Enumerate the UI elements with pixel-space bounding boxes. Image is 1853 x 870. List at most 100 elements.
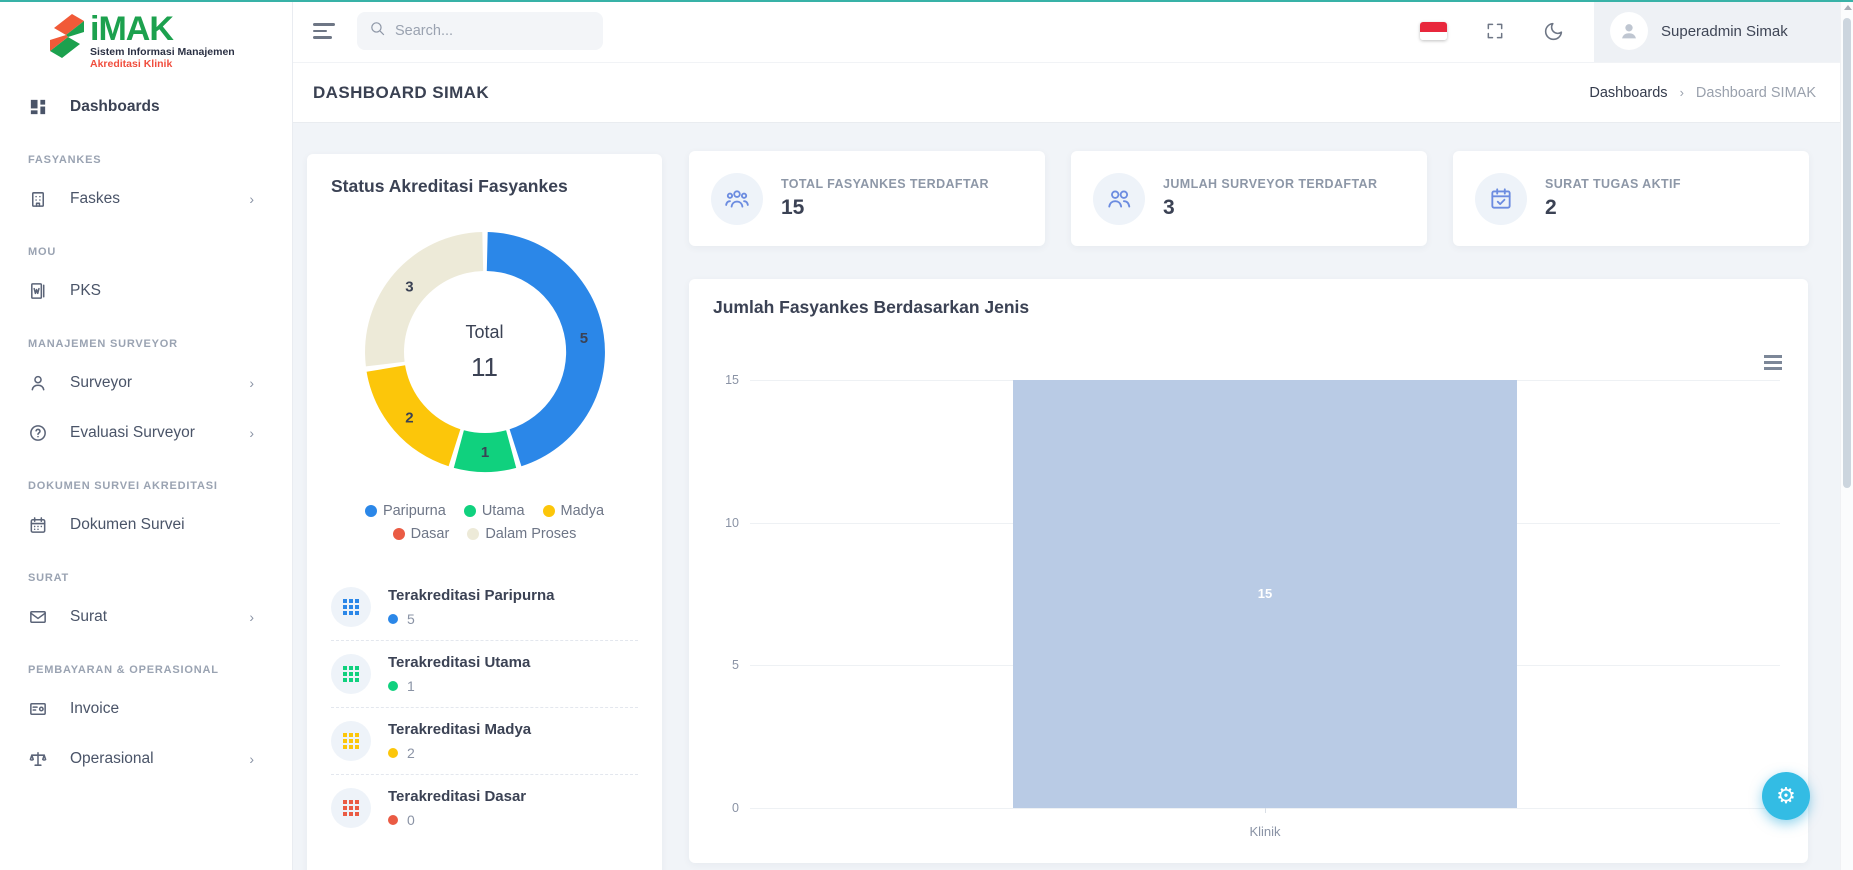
scales-icon <box>28 749 48 769</box>
user-menu[interactable]: Superadmin Simak <box>1594 0 1840 62</box>
hospital-icon <box>28 189 48 209</box>
logo-subtitle-1: Sistem Informasi Manajemen <box>90 46 235 58</box>
stat-value: 2 <box>1545 196 1681 220</box>
sidebar-item-dashboards[interactable]: Dashboards <box>0 82 292 132</box>
language-flag-icon[interactable] <box>1420 22 1447 40</box>
sidebar-item-label: Evaluasi Surveyor <box>70 424 195 442</box>
sidebar-item-dokumen-survei[interactable]: Dokumen Survei <box>0 500 292 550</box>
scrollbar-thumb[interactable] <box>1843 18 1851 488</box>
sidebar-section-surat: SURAT <box>0 550 292 592</box>
stat-label: JUMLAH SURVEYOR TERDAFTAR <box>1163 177 1377 191</box>
calendar-check-icon <box>1475 173 1527 225</box>
grid-icon <box>331 721 371 761</box>
page-progress-bar <box>0 0 1853 2</box>
status-count: 0 <box>407 812 415 828</box>
fab-settings-button[interactable]: ⚙ <box>1762 772 1810 820</box>
app-logo[interactable]: iMAK Sistem Informasi Manajemen Akredita… <box>0 0 292 80</box>
sidebar-item-label: Dokumen Survei <box>70 516 185 534</box>
legend-dot <box>464 505 476 517</box>
chevron-right-icon: › <box>249 375 254 391</box>
stat-card-2: SURAT TUGAS AKTIF 2 <box>1453 151 1809 246</box>
content: Status Akreditasi Fasyankes 5123 Total 1… <box>293 122 1840 870</box>
breadcrumb-current: Dashboard SIMAK <box>1696 85 1816 101</box>
sidebar-nav: DashboardsFASYANKESFaskes›MOUPKSMANAJEME… <box>0 80 292 784</box>
donut-slice-dalam-proses[interactable] <box>365 232 483 366</box>
sidebar-section-manajemen-surveyor: MANAJEMEN SURVEYOR <box>0 316 292 358</box>
legend-item-utama[interactable]: Utama <box>464 503 525 519</box>
fasyankes-jenis-card: Jumlah Fasyankes Berdasarkan Jenis 15105… <box>689 279 1808 863</box>
chevron-right-icon: › <box>249 609 254 625</box>
page-scrollbar[interactable] <box>1840 0 1853 870</box>
scrollbar-up-arrow-icon[interactable] <box>1844 5 1852 10</box>
legend-item-paripurna[interactable]: Paripurna <box>365 503 446 519</box>
sidebar-item-invoice[interactable]: Invoice <box>0 684 292 734</box>
legend-dot <box>543 505 555 517</box>
grid-icon <box>331 788 371 828</box>
sidebar-item-label: Faskes <box>70 190 120 208</box>
status-item-label: Terakreditasi Dasar <box>388 788 526 805</box>
legend-item-madya[interactable]: Madya <box>543 503 605 519</box>
logo-s-mark-icon <box>46 12 88 65</box>
sidebar-item-label: PKS <box>70 282 101 300</box>
sidebar-item-surveyor[interactable]: Surveyor› <box>0 358 292 408</box>
donut-slice-value: 1 <box>480 444 488 461</box>
search-input[interactable] <box>395 23 575 39</box>
fullscreen-icon[interactable] <box>1485 21 1505 41</box>
legend-dot <box>467 528 479 540</box>
search-box[interactable] <box>357 12 603 50</box>
sidebar-item-label: Invoice <box>70 700 119 718</box>
sidebar-section-dokumen-survei-akreditasi: DOKUMEN SURVEI AKREDITASI <box>0 458 292 500</box>
sidebar-item-faskes[interactable]: Faskes › <box>0 174 292 224</box>
sidebar-item-pks[interactable]: PKS <box>0 266 292 316</box>
status-item-terakreditasi-paripurna: Terakreditasi Paripurna 5 <box>331 574 638 640</box>
status-item-label: Terakreditasi Paripurna <box>388 587 554 604</box>
sidebar-item-evaluasi-surveyor[interactable]: Evaluasi Surveyor› <box>0 408 292 458</box>
user-icon <box>28 373 48 393</box>
legend-label: Dalam Proses <box>485 526 576 542</box>
main-area: Superadmin Simak DASHBOARD SIMAK Dashboa… <box>293 0 1840 870</box>
stat-label: TOTAL FASYANKES TERDAFTAR <box>781 177 989 191</box>
chevron-right-icon: › <box>249 751 254 767</box>
sidebar-item-label: Operasional <box>70 750 154 768</box>
dashboards-icon <box>28 97 48 117</box>
status-item-terakreditasi-madya: Terakreditasi Madya 2 <box>331 707 638 774</box>
stat-value: 15 <box>781 196 989 220</box>
calendar-icon <box>28 515 48 535</box>
sidebar-section-pembayaran-operasional: PEMBAYARAN & OPERASIONAL <box>0 642 292 684</box>
sidebar-section-fasyankes: FASYANKES <box>0 132 292 174</box>
legend-label: Utama <box>482 503 525 519</box>
x-axis-tick-mark <box>1265 808 1266 813</box>
breadcrumb-link[interactable]: Dashboards <box>1589 85 1667 101</box>
status-count: 2 <box>407 745 415 761</box>
stat-label: SURAT TUGAS AKTIF <box>1545 177 1681 191</box>
donut-chart[interactable]: 5123 Total 11 <box>360 227 610 477</box>
sidebar-item-label: Surat <box>70 608 107 626</box>
status-item-terakreditasi-dasar: Terakreditasi Dasar 0 <box>331 774 638 841</box>
status-akreditasi-card: Status Akreditasi Fasyankes 5123 Total 1… <box>307 154 662 870</box>
page-header: DASHBOARD SIMAK Dashboards › Dashboard S… <box>293 62 1840 122</box>
legend-label: Dasar <box>411 526 450 542</box>
menu-toggle-icon[interactable] <box>313 23 337 39</box>
chevron-right-icon: › <box>249 191 254 207</box>
status-count: 5 <box>407 611 415 627</box>
legend-item-dalam-proses[interactable]: Dalam Proses <box>467 526 576 542</box>
status-dot <box>388 748 398 758</box>
help-circle-icon <box>28 423 48 443</box>
sidebar-item-surat[interactable]: Surat › <box>0 592 292 642</box>
y-axis-tick: 5 <box>695 658 739 672</box>
status-dot <box>388 614 398 624</box>
donut-card-title: Status Akreditasi Fasyankes <box>331 176 638 197</box>
users-icon <box>1093 173 1145 225</box>
legend-item-dasar[interactable]: Dasar <box>393 526 450 542</box>
sidebar-item-operasional[interactable]: Operasional › <box>0 734 292 784</box>
donut-slice-value: 3 <box>405 279 413 296</box>
avatar <box>1610 12 1648 50</box>
status-item-label: Terakreditasi Madya <box>388 721 531 738</box>
mail-icon <box>28 607 48 627</box>
dark-mode-moon-icon[interactable] <box>1543 21 1564 42</box>
stat-value: 3 <box>1163 196 1377 220</box>
search-icon <box>369 20 386 42</box>
gear-icon: ⚙ <box>1776 783 1796 809</box>
x-axis-label: Klinik <box>1215 824 1315 839</box>
donut-slice-value: 2 <box>405 409 413 426</box>
